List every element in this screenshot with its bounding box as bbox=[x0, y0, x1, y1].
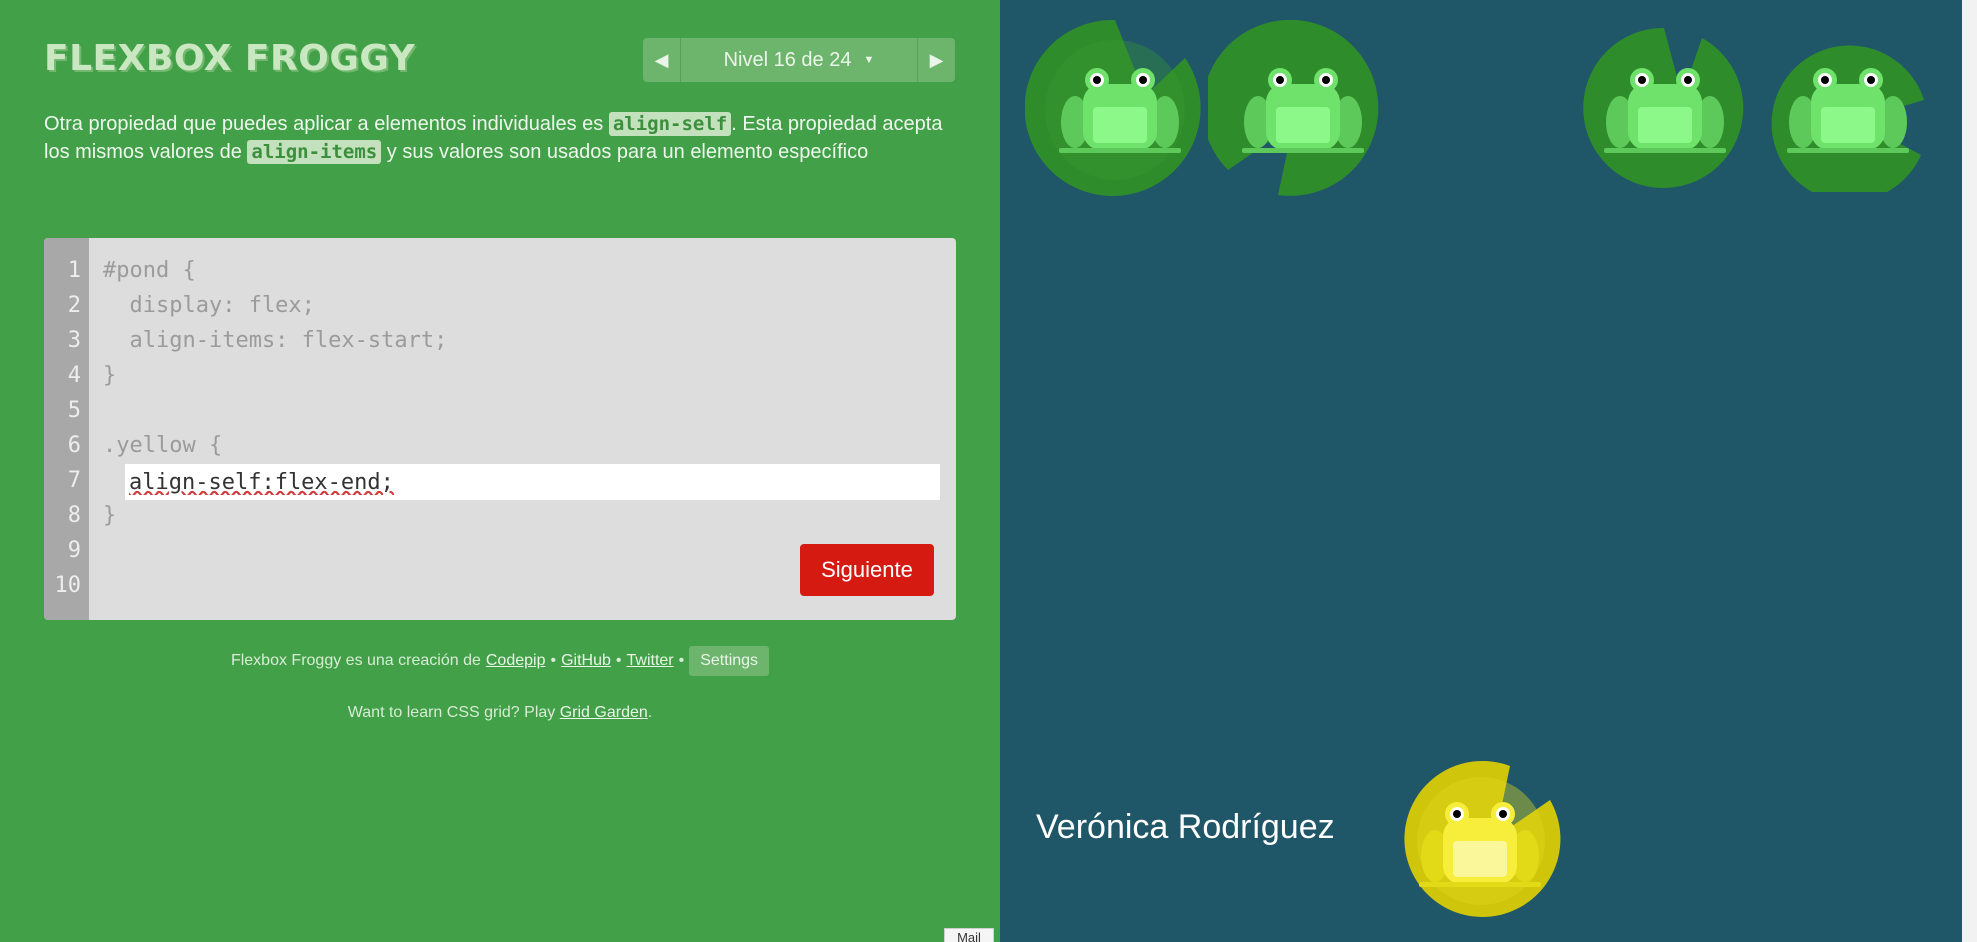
codepip-link[interactable]: Codepip bbox=[486, 652, 546, 670]
code-line: #pond { bbox=[103, 258, 196, 283]
code-line: } bbox=[103, 363, 117, 388]
line-number: 7 bbox=[67, 468, 81, 493]
level-navigator: ◀ Nivel 16 de 24 ▼ ▶ bbox=[643, 38, 955, 82]
next-level-button[interactable]: ▶ bbox=[917, 38, 955, 82]
line-number: 5 bbox=[67, 398, 81, 423]
line-number: 8 bbox=[67, 503, 81, 528]
code-align-self: align-self bbox=[608, 112, 732, 136]
yellow-frog bbox=[1419, 802, 1541, 887]
credits: Flexbox Froggy es una creación de Codepi… bbox=[0, 646, 1000, 676]
green-frog bbox=[1604, 68, 1726, 153]
code-line: .yellow { bbox=[103, 433, 223, 458]
player-name: Verónica Rodríguez bbox=[1036, 808, 1335, 846]
code-line: } bbox=[103, 503, 117, 528]
settings-button[interactable]: Settings bbox=[689, 646, 770, 676]
pond: Verónica Rodríguez bbox=[1000, 0, 1962, 942]
code-line: align-items: flex-start; bbox=[103, 328, 448, 353]
separator-dot: • bbox=[678, 652, 685, 669]
line-gutter: 1 2 3 4 5 6 7 8 9 10 bbox=[44, 238, 89, 620]
next-button[interactable]: Siguiente bbox=[800, 544, 934, 596]
window-edge bbox=[1962, 0, 1977, 942]
github-link[interactable]: GitHub bbox=[561, 652, 611, 670]
promo-end: . bbox=[647, 704, 653, 721]
css-editor: 1 2 3 4 5 6 7 8 9 10 #pond { display: fl… bbox=[44, 238, 956, 620]
instructions-text-1: Otra propiedad que puedes aplicar a elem… bbox=[44, 113, 609, 135]
instructions: Otra propiedad que puedes aplicar a elem… bbox=[44, 110, 944, 166]
caret-down-icon: ▼ bbox=[863, 54, 875, 66]
grid-garden-promo: Want to learn CSS grid? Play Grid Garden… bbox=[0, 704, 1000, 722]
green-frog bbox=[1242, 68, 1364, 153]
line-number: 6 bbox=[67, 433, 81, 458]
css-answer-input[interactable] bbox=[125, 464, 940, 500]
line-number: 4 bbox=[67, 363, 81, 388]
credits-text: Flexbox Froggy es una creación de bbox=[230, 652, 481, 669]
twitter-link[interactable]: Twitter bbox=[627, 652, 674, 670]
line-number: 9 bbox=[67, 538, 81, 563]
mail-tab[interactable]: Mail bbox=[944, 928, 994, 942]
code-line: display: flex; bbox=[103, 293, 315, 318]
app-title: FLEXBOX FROGGY bbox=[44, 38, 416, 79]
code-align-items: align-items bbox=[247, 140, 382, 164]
sidebar: FLEXBOX FROGGY ◀ Nivel 16 de 24 ▼ ▶ Otra… bbox=[0, 0, 1000, 942]
line-number: 1 bbox=[67, 258, 81, 283]
line-number: 2 bbox=[67, 293, 81, 318]
grid-garden-link[interactable]: Grid Garden bbox=[560, 704, 648, 721]
green-frog bbox=[1787, 68, 1909, 153]
separator-dot: • bbox=[550, 652, 557, 669]
prev-level-button[interactable]: ◀ bbox=[643, 38, 681, 82]
level-indicator[interactable]: Nivel 16 de 24 ▼ bbox=[681, 38, 917, 82]
instructions-text-3: y sus valores son usados para un element… bbox=[381, 141, 869, 163]
level-label: Nivel 16 de 24 bbox=[723, 48, 852, 71]
line-number: 3 bbox=[67, 328, 81, 353]
green-frog bbox=[1059, 68, 1181, 153]
arrow-right-icon: ▶ bbox=[929, 49, 944, 70]
line-number: 10 bbox=[54, 573, 82, 598]
separator-dot: • bbox=[615, 652, 622, 669]
arrow-left-icon: ◀ bbox=[654, 49, 669, 70]
promo-text: Want to learn CSS grid? Play bbox=[347, 704, 556, 721]
